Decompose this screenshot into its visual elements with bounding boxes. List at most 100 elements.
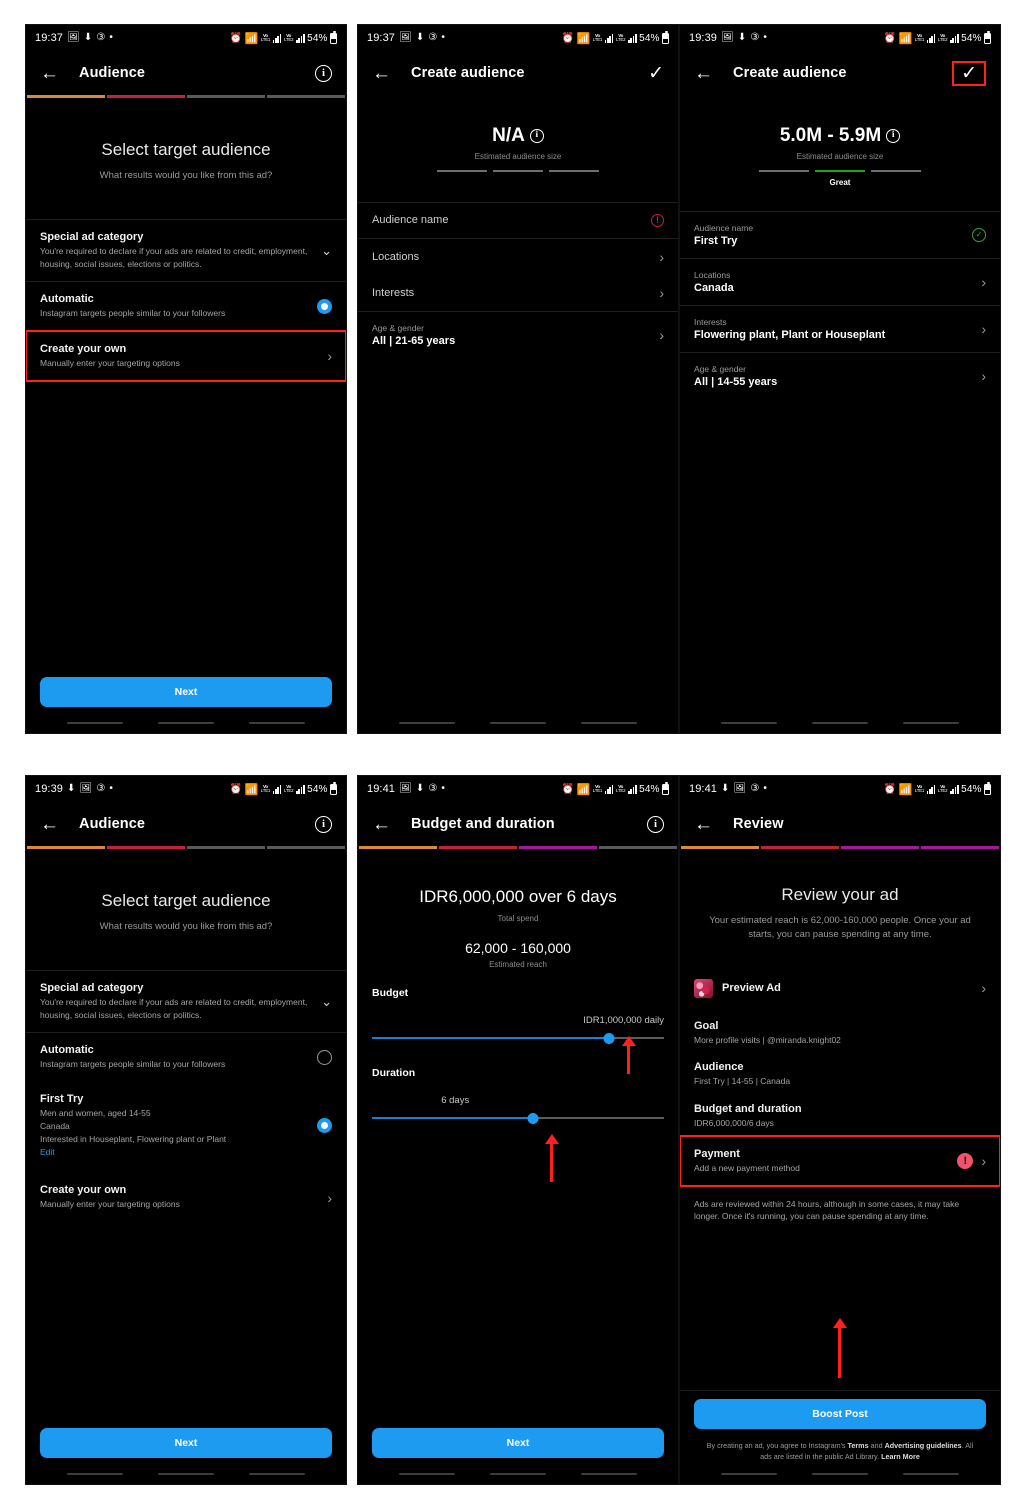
chevron-right-icon[interactable]: › <box>327 1191 332 1205</box>
chevron-down-icon[interactable]: ⌄ <box>321 995 332 1008</box>
alarm-icon: ⏰ <box>229 32 242 44</box>
back-arrow-icon[interactable]: ← <box>372 815 391 834</box>
next-button[interactable]: Next <box>40 677 332 707</box>
chevron-right-icon[interactable]: › <box>981 369 986 383</box>
chevron-right-icon[interactable]: › <box>659 286 664 300</box>
info-icon[interactable]: i <box>529 129 544 143</box>
progress-seg-4 <box>921 846 999 849</box>
confirm-button[interactable]: ✓ <box>952 60 986 86</box>
info-button[interactable]: i <box>647 815 664 833</box>
back-arrow-icon[interactable]: ← <box>372 64 391 83</box>
chevron-right-icon[interactable]: › <box>659 328 664 342</box>
back-arrow-icon[interactable]: ← <box>694 64 713 83</box>
estimate-label: Estimated audience size <box>796 152 884 161</box>
app-bar: ← Budget and duration i <box>358 802 678 846</box>
row-payment[interactable]: Payment Add a new payment method ! › <box>680 1134 1000 1187</box>
radio-automatic[interactable] <box>317 1050 332 1066</box>
nav-back[interactable] <box>580 721 637 725</box>
info-icon[interactable]: i <box>886 129 901 143</box>
row-locations[interactable]: Locations › <box>358 237 678 275</box>
slider-thumb[interactable] <box>603 1032 615 1044</box>
row-interests[interactable]: Interests › <box>358 275 678 311</box>
slider-thumb[interactable] <box>527 1112 539 1124</box>
nav-home[interactable] <box>157 1472 214 1476</box>
radio-first-try[interactable] <box>317 1117 332 1133</box>
signal-icon-2 <box>295 33 305 43</box>
nav-home[interactable] <box>157 721 214 725</box>
nav-recents[interactable] <box>721 1472 778 1476</box>
chevron-right-icon[interactable]: › <box>981 1154 986 1168</box>
system-nav-bar <box>26 1464 346 1484</box>
row-audience-name[interactable]: Audience name ! <box>358 201 678 238</box>
nav-home[interactable] <box>811 1472 868 1476</box>
info-button[interactable]: i <box>315 815 332 833</box>
nav-back[interactable] <box>902 1472 959 1476</box>
battery-percent: 54% <box>961 783 982 795</box>
row-age-gender[interactable]: Age & gender All | 14-55 years › <box>680 351 1000 399</box>
row-desc: Instagram targets people similar to your… <box>40 308 226 319</box>
chevron-right-icon[interactable]: › <box>981 322 986 336</box>
info-button[interactable]: i <box>315 64 332 82</box>
budget-slider[interactable] <box>372 1031 664 1045</box>
learn-more-link[interactable]: Learn More <box>881 1452 920 1461</box>
row-special-ad-category[interactable]: Special ad category You're required to d… <box>26 218 346 282</box>
nav-recents[interactable] <box>399 721 456 725</box>
row-interests[interactable]: Interests Flowering plant, Plant or Hous… <box>680 304 1000 352</box>
screenshot-grid: 19:37 🖼 ⬇ ③ • ⏰ 📶 Vo LTE1 Vo LTE2 54% ← Au… <box>0 0 1024 1510</box>
nav-back[interactable] <box>580 1472 637 1476</box>
row-automatic[interactable]: Automatic Instagram targets people simil… <box>26 281 346 331</box>
row-label: Age & gender <box>372 322 424 333</box>
chevron-down-icon[interactable]: ⌄ <box>321 244 332 257</box>
nav-recents[interactable] <box>67 1472 124 1476</box>
row-automatic[interactable]: Automatic Instagram targets people simil… <box>26 1032 346 1082</box>
row-special-ad-category[interactable]: Special ad category You're required to d… <box>26 969 346 1033</box>
nav-home[interactable] <box>489 1472 546 1476</box>
chevron-right-icon[interactable]: › <box>981 981 986 995</box>
back-arrow-icon[interactable]: ← <box>40 64 59 83</box>
next-button[interactable]: Next <box>40 1428 332 1458</box>
budget-duration-controls: Budget IDR1,000,000 daily Duration 6 day… <box>358 987 678 1125</box>
photo-icon: 🖼 <box>721 32 734 43</box>
badge-icon: ③ <box>96 32 106 43</box>
row-preview-ad[interactable]: Preview Ad › <box>680 968 1000 1009</box>
nav-back[interactable] <box>248 1472 305 1476</box>
dot-icon: • <box>763 783 767 794</box>
chevron-right-icon[interactable]: › <box>981 275 986 289</box>
chevron-right-icon[interactable]: › <box>659 250 664 264</box>
audience-fields-list: Audience name First Try ✓ Locations Cana… <box>680 210 1000 399</box>
confirm-button[interactable]: ✓ <box>648 64 664 83</box>
estimate-gauge <box>680 170 1000 172</box>
back-arrow-icon[interactable]: ← <box>694 815 713 834</box>
edit-link[interactable]: Edit <box>40 1147 307 1157</box>
next-button[interactable]: Next <box>372 1428 664 1458</box>
nav-back[interactable] <box>248 721 305 725</box>
nav-recents[interactable] <box>721 721 778 725</box>
row-audience-name[interactable]: Audience name First Try ✓ <box>680 210 1000 258</box>
estimate-value: N/A <box>492 125 525 146</box>
boost-post-button[interactable]: Boost Post <box>694 1398 986 1429</box>
row-create-your-own[interactable]: Create your own Manually enter your targ… <box>26 1168 346 1222</box>
row-age-gender[interactable]: Age & gender All | 21-65 years › <box>358 310 678 358</box>
estimated-reach-label: Estimated reach <box>489 960 547 969</box>
duration-slider[interactable] <box>372 1111 664 1125</box>
signal-icon-2 <box>295 784 305 794</box>
row-locations[interactable]: Locations Canada › <box>680 257 1000 305</box>
chevron-right-icon[interactable]: › <box>327 349 332 363</box>
radio-automatic[interactable] <box>317 299 332 315</box>
check-icon: ✓ <box>648 62 664 84</box>
row-create-your-own[interactable]: Create your own Manually enter your targ… <box>26 330 346 382</box>
nav-recents[interactable] <box>399 1472 456 1476</box>
terms-link[interactable]: Terms <box>848 1441 869 1450</box>
back-arrow-icon[interactable]: ← <box>40 815 59 834</box>
nav-home[interactable] <box>811 721 868 725</box>
legal-part-1: By creating an ad, you agree to Instagra… <box>706 1440 848 1450</box>
nav-recents[interactable] <box>67 721 124 725</box>
preview-label: Preview Ad <box>722 982 781 995</box>
download-icon: ⬇ <box>415 32 425 43</box>
volte-icon-2: Vo LTE2 <box>283 783 294 793</box>
nav-home[interactable] <box>489 721 546 725</box>
advertising-guidelines-link[interactable]: Advertising guidelines <box>885 1441 962 1450</box>
row-label: Interests <box>372 286 415 299</box>
row-first-try[interactable]: First Try Men and women, aged 14-55 Cana… <box>26 1082 346 1168</box>
nav-back[interactable] <box>902 721 959 725</box>
